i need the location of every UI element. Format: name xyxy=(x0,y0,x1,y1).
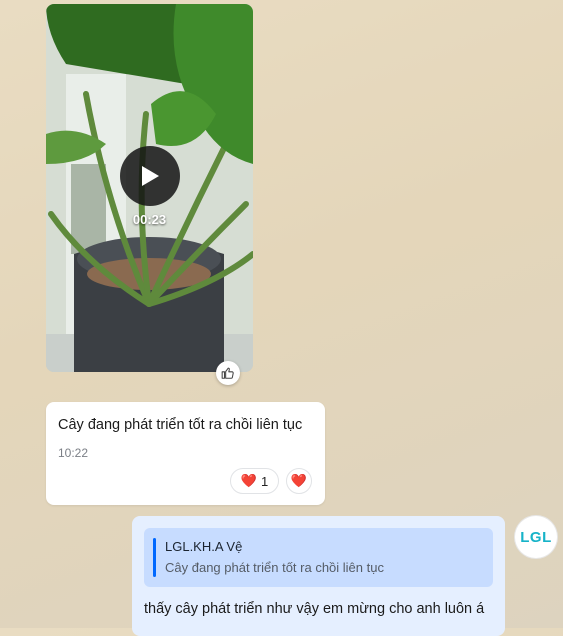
reply-message-bubble: LGL.KH.A Vệ Cây đang phát triển tốt ra c… xyxy=(132,516,505,636)
quote-text: Cây đang phát triển tốt ra chồi liên tục xyxy=(165,560,384,575)
message-text: thấy cây phát triển như vậy em mừng cho … xyxy=(144,601,485,617)
add-reaction-button[interactable]: ❤️ xyxy=(286,468,312,494)
video-message[interactable]: 00:23 xyxy=(46,4,253,372)
heart-icon: ❤️ xyxy=(290,473,308,488)
like-button[interactable] xyxy=(216,361,240,385)
play-icon xyxy=(142,166,159,186)
reaction-badge[interactable]: ❤️ 1 xyxy=(230,468,279,494)
message-time: 10:22 xyxy=(58,446,89,460)
quote-author: LGL.KH.A Vệ xyxy=(165,539,243,554)
message-bubble: Cây đang phát triển tốt ra chồi liên tục… xyxy=(46,402,325,505)
quoted-message[interactable]: LGL.KH.A Vệ Cây đang phát triển tốt ra c… xyxy=(144,528,493,587)
play-button[interactable] xyxy=(120,146,180,206)
reaction-count: 1 xyxy=(260,473,269,489)
avatar[interactable]: LGL xyxy=(515,516,557,558)
quote-bar xyxy=(153,538,156,577)
thumbs-up-icon xyxy=(221,367,234,379)
message-text: Cây đang phát triển tốt ra chồi liên tục xyxy=(58,417,303,433)
heart-icon: ❤️ xyxy=(240,473,257,488)
video-duration: 00:23 xyxy=(132,212,167,227)
